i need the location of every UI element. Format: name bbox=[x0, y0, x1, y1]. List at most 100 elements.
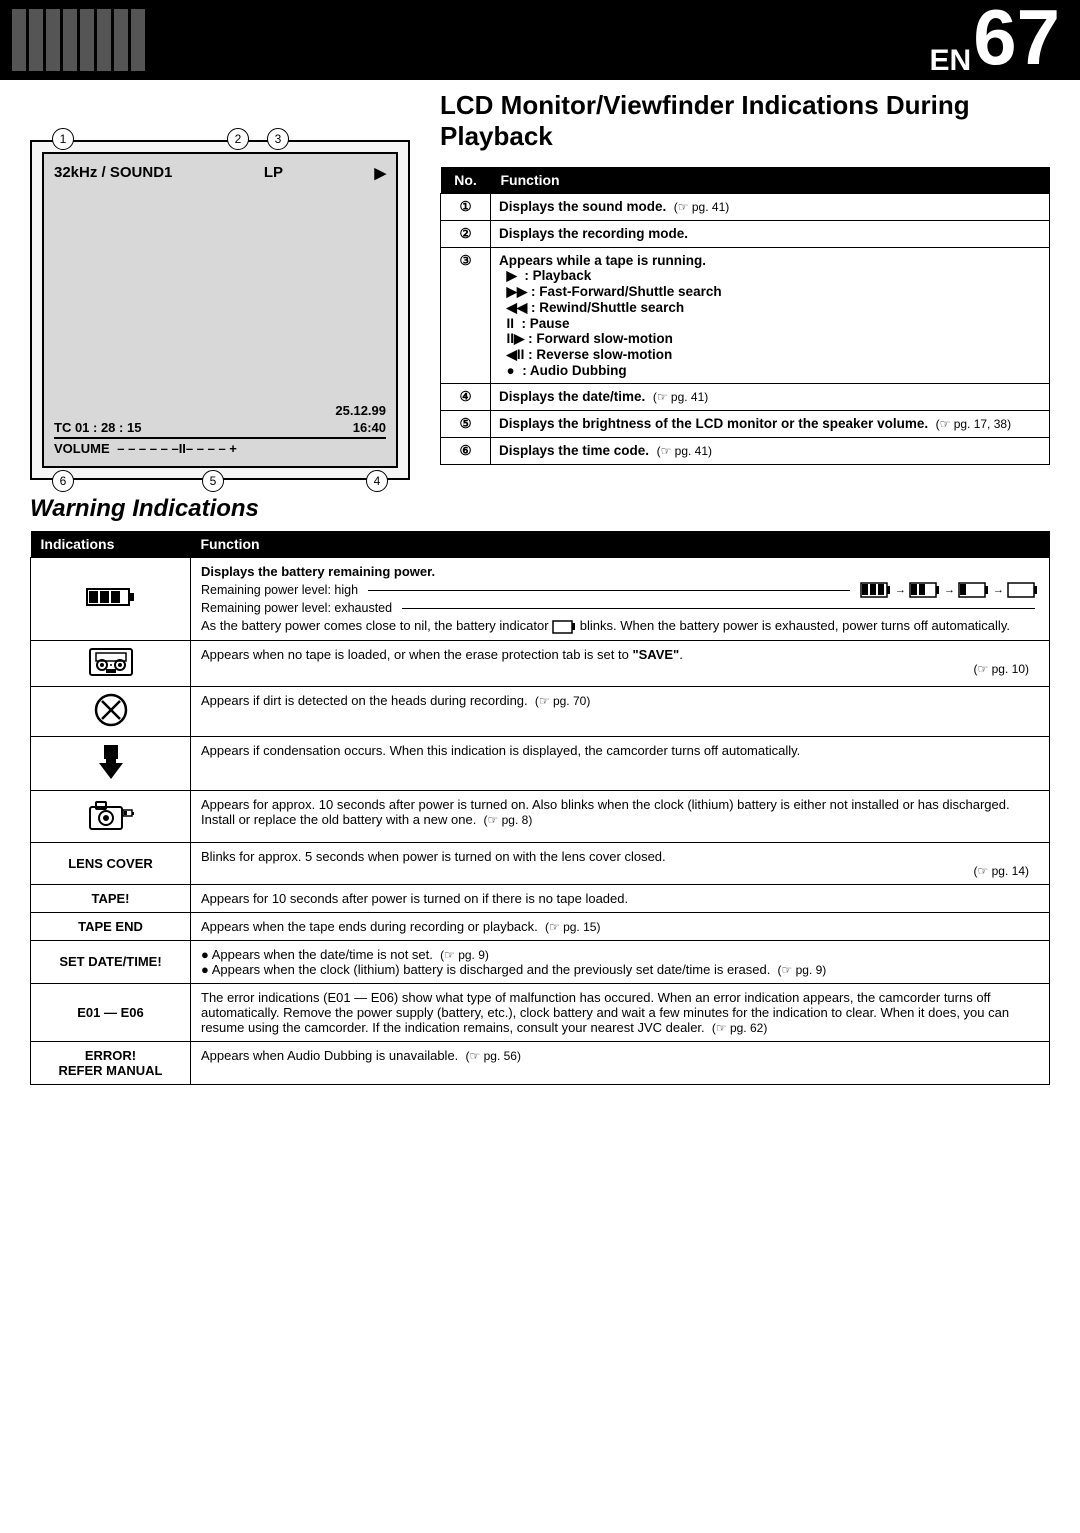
circle-x-icon bbox=[94, 693, 128, 727]
bat-level-icons: → → bbox=[860, 582, 1039, 598]
row-no: ⑤ bbox=[441, 411, 491, 438]
table-row: Appears when no tape is loaded, or when … bbox=[31, 640, 1050, 686]
table-row: ⑥ Displays the time code. (☞ pg. 41) bbox=[441, 438, 1050, 465]
bat-power-high: Remaining power level: high bbox=[201, 582, 1039, 598]
warning-table: Indications Function bbox=[30, 531, 1050, 1085]
table-row: TAPE END Appears when the tape ends duri… bbox=[31, 912, 1050, 940]
table-row: Appears if condensation occurs. When thi… bbox=[31, 736, 1050, 790]
lcd-sound-mode: 32kHz / SOUND1 bbox=[54, 164, 172, 182]
th-indications: Indications bbox=[31, 531, 191, 558]
stripe-6 bbox=[97, 9, 111, 71]
lcd-date-time: 25.12.99 bbox=[54, 403, 386, 418]
row-no: ③ bbox=[441, 248, 491, 384]
lcd-top-row: 32kHz / SOUND1 LP ▶ bbox=[54, 164, 386, 182]
lcd-middle bbox=[54, 182, 386, 403]
battery-indicator bbox=[31, 558, 191, 641]
error-text: ERROR!REFER MANUAL bbox=[59, 1048, 163, 1078]
top-section: 1 2 3 4 5 6 32kHz / SOUND1 LP ▶ 25.12.99 bbox=[0, 80, 1080, 490]
table-row: E01 — E06 The error indications (E01 — E… bbox=[31, 983, 1050, 1041]
bat-small-icon bbox=[552, 620, 576, 634]
row-func: Displays the brightness of the LCD monit… bbox=[491, 411, 1050, 438]
lcd-diagram: 1 2 3 4 5 6 32kHz / SOUND1 LP ▶ 25.12.99 bbox=[30, 140, 410, 480]
callout-1: 1 bbox=[52, 128, 74, 150]
table-row: ④ Displays the date/time. (☞ pg. 41) bbox=[441, 384, 1050, 411]
callout-2: 2 bbox=[227, 128, 249, 150]
row-no: ⑥ bbox=[441, 438, 491, 465]
e01-e06-function: The error indications (E01 — E06) show w… bbox=[191, 983, 1050, 1041]
stripe-2 bbox=[29, 9, 43, 71]
lens-cover-function: Blinks for approx. 5 seconds when power … bbox=[191, 842, 1050, 884]
warning-title: Warning Indications bbox=[30, 495, 1050, 523]
stripe-1 bbox=[12, 9, 26, 71]
tape-end-indicator: TAPE END bbox=[31, 912, 191, 940]
header-spacer bbox=[157, 0, 930, 80]
bat-line2 bbox=[402, 608, 1035, 609]
row-func: Displays the time code. (☞ pg. 41) bbox=[491, 438, 1050, 465]
table-row: ERROR!REFER MANUAL Appears when Audio Du… bbox=[31, 1041, 1050, 1084]
condensation-indicator bbox=[31, 736, 191, 790]
table-row: Displays the battery remaining power. Re… bbox=[31, 558, 1050, 641]
lcd-play-symbol: ▶ bbox=[374, 164, 386, 182]
stripe-3 bbox=[46, 9, 60, 71]
bat-empty bbox=[1007, 582, 1039, 598]
clock-battery-indicator bbox=[31, 790, 191, 842]
lens-cover-indicator: LENS COVER bbox=[31, 842, 191, 884]
tape-warning-indicator: TAPE! bbox=[31, 884, 191, 912]
page-number: 67 bbox=[973, 0, 1060, 76]
lcd-bottom-area: 25.12.99 TC 01 : 28 : 15 16:40 VOLUME – … bbox=[54, 403, 386, 456]
tape-warning-function: Appears for 10 seconds after power is tu… bbox=[191, 884, 1050, 912]
callout-4: 4 bbox=[366, 470, 388, 492]
table-row: ③ Appears while a tape is running. ▶ : P… bbox=[441, 248, 1050, 384]
th-no: No. bbox=[441, 167, 491, 194]
page-number-box: EN67 bbox=[930, 0, 1080, 80]
lcd-diagram-container: 1 2 3 4 5 6 32kHz / SOUND1 LP ▶ 25.12.99 bbox=[30, 120, 410, 480]
camera-battery-icon bbox=[88, 797, 134, 833]
page-wrapper: EN67 1 2 3 4 5 6 32kHz / SOUND1 LP ▶ bbox=[0, 0, 1080, 1105]
table-row: ② Displays the recording mode. bbox=[441, 221, 1050, 248]
bat-power-exhausted: Remaining power level: exhausted bbox=[201, 601, 1039, 615]
set-date-time-function: ● Appears when the date/time is not set.… bbox=[191, 940, 1050, 983]
lens-cover-text: LENS COVER bbox=[68, 856, 153, 871]
bat-func-note: As the battery power comes close to nil,… bbox=[201, 618, 1039, 634]
bat-line bbox=[368, 590, 850, 591]
dirty-heads-function: Appears if dirt is detected on the heads… bbox=[191, 686, 1050, 736]
e01-e06-text: E01 — E06 bbox=[77, 1005, 144, 1020]
table-row: SET DATE/TIME! ● Appears when the date/t… bbox=[31, 940, 1050, 983]
warning-section: Warning Indications Indications Function bbox=[0, 490, 1080, 1105]
header-stripes bbox=[0, 0, 157, 80]
bat-func-line1: Displays the battery remaining power. bbox=[201, 564, 1039, 579]
tape-end-function: Appears when the tape ends during record… bbox=[191, 912, 1050, 940]
tape-end-text: TAPE END bbox=[78, 919, 143, 934]
table-row: Appears for approx. 10 seconds after pow… bbox=[31, 790, 1050, 842]
battery-full-icon bbox=[86, 586, 136, 608]
error-indicator: ERROR!REFER MANUAL bbox=[31, 1041, 191, 1084]
callout-5: 5 bbox=[202, 470, 224, 492]
error-function: Appears when Audio Dubbing is unavailabl… bbox=[191, 1041, 1050, 1084]
table-row: ① Displays the sound mode. (☞ pg. 41) bbox=[441, 194, 1050, 221]
tape-protect-icon bbox=[88, 647, 134, 677]
callout-6: 6 bbox=[52, 470, 74, 492]
row-func: Displays the sound mode. (☞ pg. 41) bbox=[491, 194, 1050, 221]
row-no: ① bbox=[441, 194, 491, 221]
droplet-icon bbox=[96, 743, 126, 781]
lcd-info-table: No. Function ① Displays the sound mode. … bbox=[440, 167, 1050, 465]
lcd-inner: 32kHz / SOUND1 LP ▶ 25.12.99 TC 01 : 28 … bbox=[42, 152, 398, 468]
en-label: EN bbox=[930, 46, 972, 76]
e01-e06-indicator: E01 — E06 bbox=[31, 983, 191, 1041]
stripe-4 bbox=[63, 9, 77, 71]
th-function: Function bbox=[191, 531, 1050, 558]
right-section: LCD Monitor/Viewfinder Indications Durin… bbox=[440, 90, 1050, 480]
row-func: Displays the date/time. (☞ pg. 41) bbox=[491, 384, 1050, 411]
page-header: EN67 bbox=[0, 0, 1080, 80]
condensation-function: Appears if condensation occurs. When thi… bbox=[191, 736, 1050, 790]
row-no: ④ bbox=[441, 384, 491, 411]
bat-full bbox=[860, 582, 892, 598]
dirty-heads-indicator bbox=[31, 686, 191, 736]
lcd-recording-mode: LP bbox=[264, 164, 283, 182]
battery-function: Displays the battery remaining power. Re… bbox=[191, 558, 1050, 641]
stripe-7 bbox=[114, 9, 128, 71]
row-func: Displays the recording mode. bbox=[491, 221, 1050, 248]
stripe-5 bbox=[80, 9, 94, 71]
lcd-tc: TC 01 : 28 : 15 16:40 bbox=[54, 420, 386, 435]
bat-low bbox=[958, 582, 990, 598]
